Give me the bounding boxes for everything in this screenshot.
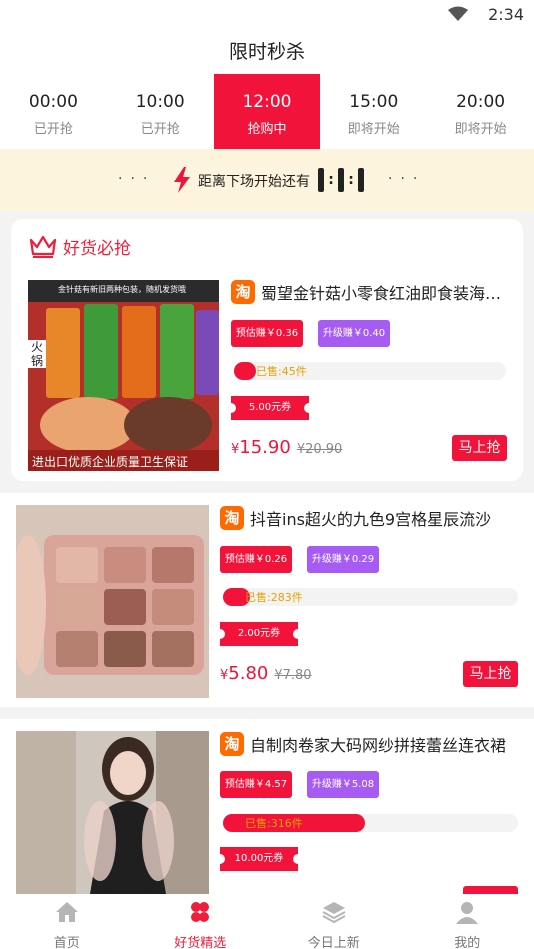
tab-status: 即将开始 bbox=[454, 122, 507, 137]
product-title[interactable]: 淘 抖音ins超火的九色9宫格星辰流沙 bbox=[220, 506, 520, 530]
upgrade-badge: 升级赚￥0.40 bbox=[318, 320, 390, 347]
tab-status: 已开抢 bbox=[33, 122, 73, 137]
decorative-dots: ··· bbox=[388, 171, 426, 187]
coupon-tag[interactable]: 5.00元券 bbox=[226, 396, 314, 420]
currency-symbol: ¥ bbox=[220, 668, 229, 683]
original-price: ¥7.80 bbox=[274, 668, 312, 683]
section-header: 好货必抢 bbox=[29, 231, 131, 261]
tab-1200[interactable]: 12:00 抢购中 bbox=[213, 74, 321, 157]
price: ¥ 15.90 ¥20.90 bbox=[231, 437, 342, 458]
coupon-tag[interactable]: 2.00元券 bbox=[215, 622, 303, 646]
wifi-icon bbox=[448, 6, 468, 21]
product-title[interactable]: 淘 蜀望金针菇小零食红油即食装海… bbox=[231, 280, 509, 304]
price: ¥ 5.80 ¥7.80 bbox=[220, 663, 312, 684]
user-icon bbox=[456, 902, 479, 924]
product-image[interactable]: 金针菇有新旧两种包装，随机发货哦 火锅 进出口优质企业质量卫生保证 bbox=[28, 280, 219, 471]
tab-status: 抢购中 bbox=[247, 122, 287, 137]
crown-icon bbox=[29, 235, 57, 258]
product-title-text: 自制肉卷家大码网纱拼接蕾丝连衣裙 bbox=[250, 736, 507, 755]
buy-now-button[interactable]: 马上抢 bbox=[452, 435, 507, 461]
estimate-badge: 预估赚￥4.57 bbox=[220, 771, 292, 798]
lightning-icon bbox=[174, 167, 190, 193]
image-caption: 金针菇有新旧两种包装，随机发货哦 bbox=[58, 285, 186, 294]
taobao-icon: 淘 bbox=[220, 732, 244, 756]
product-title-text: 抖音ins超火的九色9宫格星辰流沙 bbox=[250, 510, 492, 529]
image-caption: 进出口优质企业质量卫生保证 bbox=[32, 455, 189, 469]
tab-2000[interactable]: 20:00 即将开始 bbox=[427, 74, 534, 149]
progress-fill bbox=[234, 362, 256, 380]
coupon-tag[interactable]: 10.00元券 bbox=[215, 847, 303, 871]
page-header: 限时秒杀 bbox=[0, 30, 534, 74]
estimate-badge: 预估赚￥0.36 bbox=[231, 320, 303, 347]
upgrade-badge: 升级赚￥5.08 bbox=[307, 771, 379, 798]
countdown-label: 距离下场开始还有 bbox=[198, 174, 310, 190]
status-time: 2:34 bbox=[488, 5, 524, 24]
product-image[interactable] bbox=[16, 505, 209, 698]
timer-seconds bbox=[358, 168, 364, 192]
tab-status: 即将开始 bbox=[347, 122, 400, 137]
current-price: 5.80 bbox=[228, 663, 269, 684]
countdown-banner: ··· 距离下场开始还有 : : ··· bbox=[0, 149, 534, 211]
nav-new-today[interactable]: 今日上新 bbox=[267, 894, 401, 949]
decorative-dots: ··· bbox=[118, 171, 156, 187]
nav-label: 我的 bbox=[454, 936, 481, 949]
nav-label: 今日上新 bbox=[307, 936, 360, 949]
tab-time: 10:00 bbox=[135, 92, 185, 112]
nav-mine[interactable]: 我的 bbox=[401, 894, 534, 949]
tab-time: 00:00 bbox=[28, 92, 78, 112]
nav-label: 好货精选 bbox=[174, 936, 227, 949]
page-title: 限时秒杀 bbox=[228, 41, 305, 63]
upgrade-badge: 升级赚￥0.29 bbox=[307, 546, 379, 573]
tab-status: 已开抢 bbox=[140, 122, 180, 137]
sold-progress: 已售:283件 bbox=[223, 588, 518, 606]
sold-count: 已售:316件 bbox=[245, 817, 303, 830]
tab-time: 20:00 bbox=[456, 92, 506, 112]
taobao-icon: 淘 bbox=[231, 280, 255, 304]
sold-count: 已售:45件 bbox=[256, 365, 307, 378]
original-price: ¥20.90 bbox=[296, 442, 343, 457]
bottom-navigation: 首页 好货精选 今日上新 我的 bbox=[0, 894, 534, 949]
taobao-icon: 淘 bbox=[220, 506, 244, 530]
timer-separator: : bbox=[348, 172, 354, 188]
currency-symbol: ¥ bbox=[231, 442, 240, 457]
image-caption: 火锅 bbox=[28, 340, 46, 368]
clover-icon bbox=[191, 902, 210, 922]
sold-progress: 已售:316件 bbox=[223, 814, 518, 832]
nav-label: 首页 bbox=[53, 936, 80, 949]
current-price: 15.90 bbox=[239, 437, 291, 458]
tab-0000[interactable]: 00:00 已开抢 bbox=[0, 74, 107, 149]
status-bar: 2:34 bbox=[0, 0, 534, 30]
countdown-timer: : : bbox=[318, 168, 364, 192]
layers-icon bbox=[322, 902, 346, 924]
tab-1000[interactable]: 10:00 已开抢 bbox=[107, 74, 214, 149]
nav-home[interactable]: 首页 bbox=[0, 894, 134, 949]
product-title-text: 蜀望金针菇小零食红油即食装海… bbox=[261, 284, 502, 303]
tab-time: 12:00 bbox=[242, 92, 292, 112]
sold-count: 已售:283件 bbox=[245, 591, 303, 604]
tab-1500[interactable]: 15:00 即将开始 bbox=[320, 74, 427, 149]
home-icon bbox=[55, 902, 78, 922]
product-image[interactable] bbox=[16, 731, 209, 894]
section-title: 好货必抢 bbox=[63, 238, 131, 259]
nav-featured[interactable]: 好货精选 bbox=[134, 894, 268, 949]
buy-now-button[interactable] bbox=[463, 886, 518, 894]
timer-separator: : bbox=[328, 172, 334, 188]
product-title[interactable]: 淘 自制肉卷家大码网纱拼接蕾丝连衣裙 bbox=[220, 732, 520, 756]
estimate-badge: 预估赚￥0.26 bbox=[220, 546, 292, 573]
sold-progress: 已售:45件 bbox=[234, 362, 506, 380]
buy-now-button[interactable]: 马上抢 bbox=[463, 661, 518, 687]
tab-time: 15:00 bbox=[349, 92, 399, 112]
time-tabs: 00:00 已开抢 10:00 已开抢 12:00 抢购中 15:00 即将开始… bbox=[0, 74, 534, 157]
